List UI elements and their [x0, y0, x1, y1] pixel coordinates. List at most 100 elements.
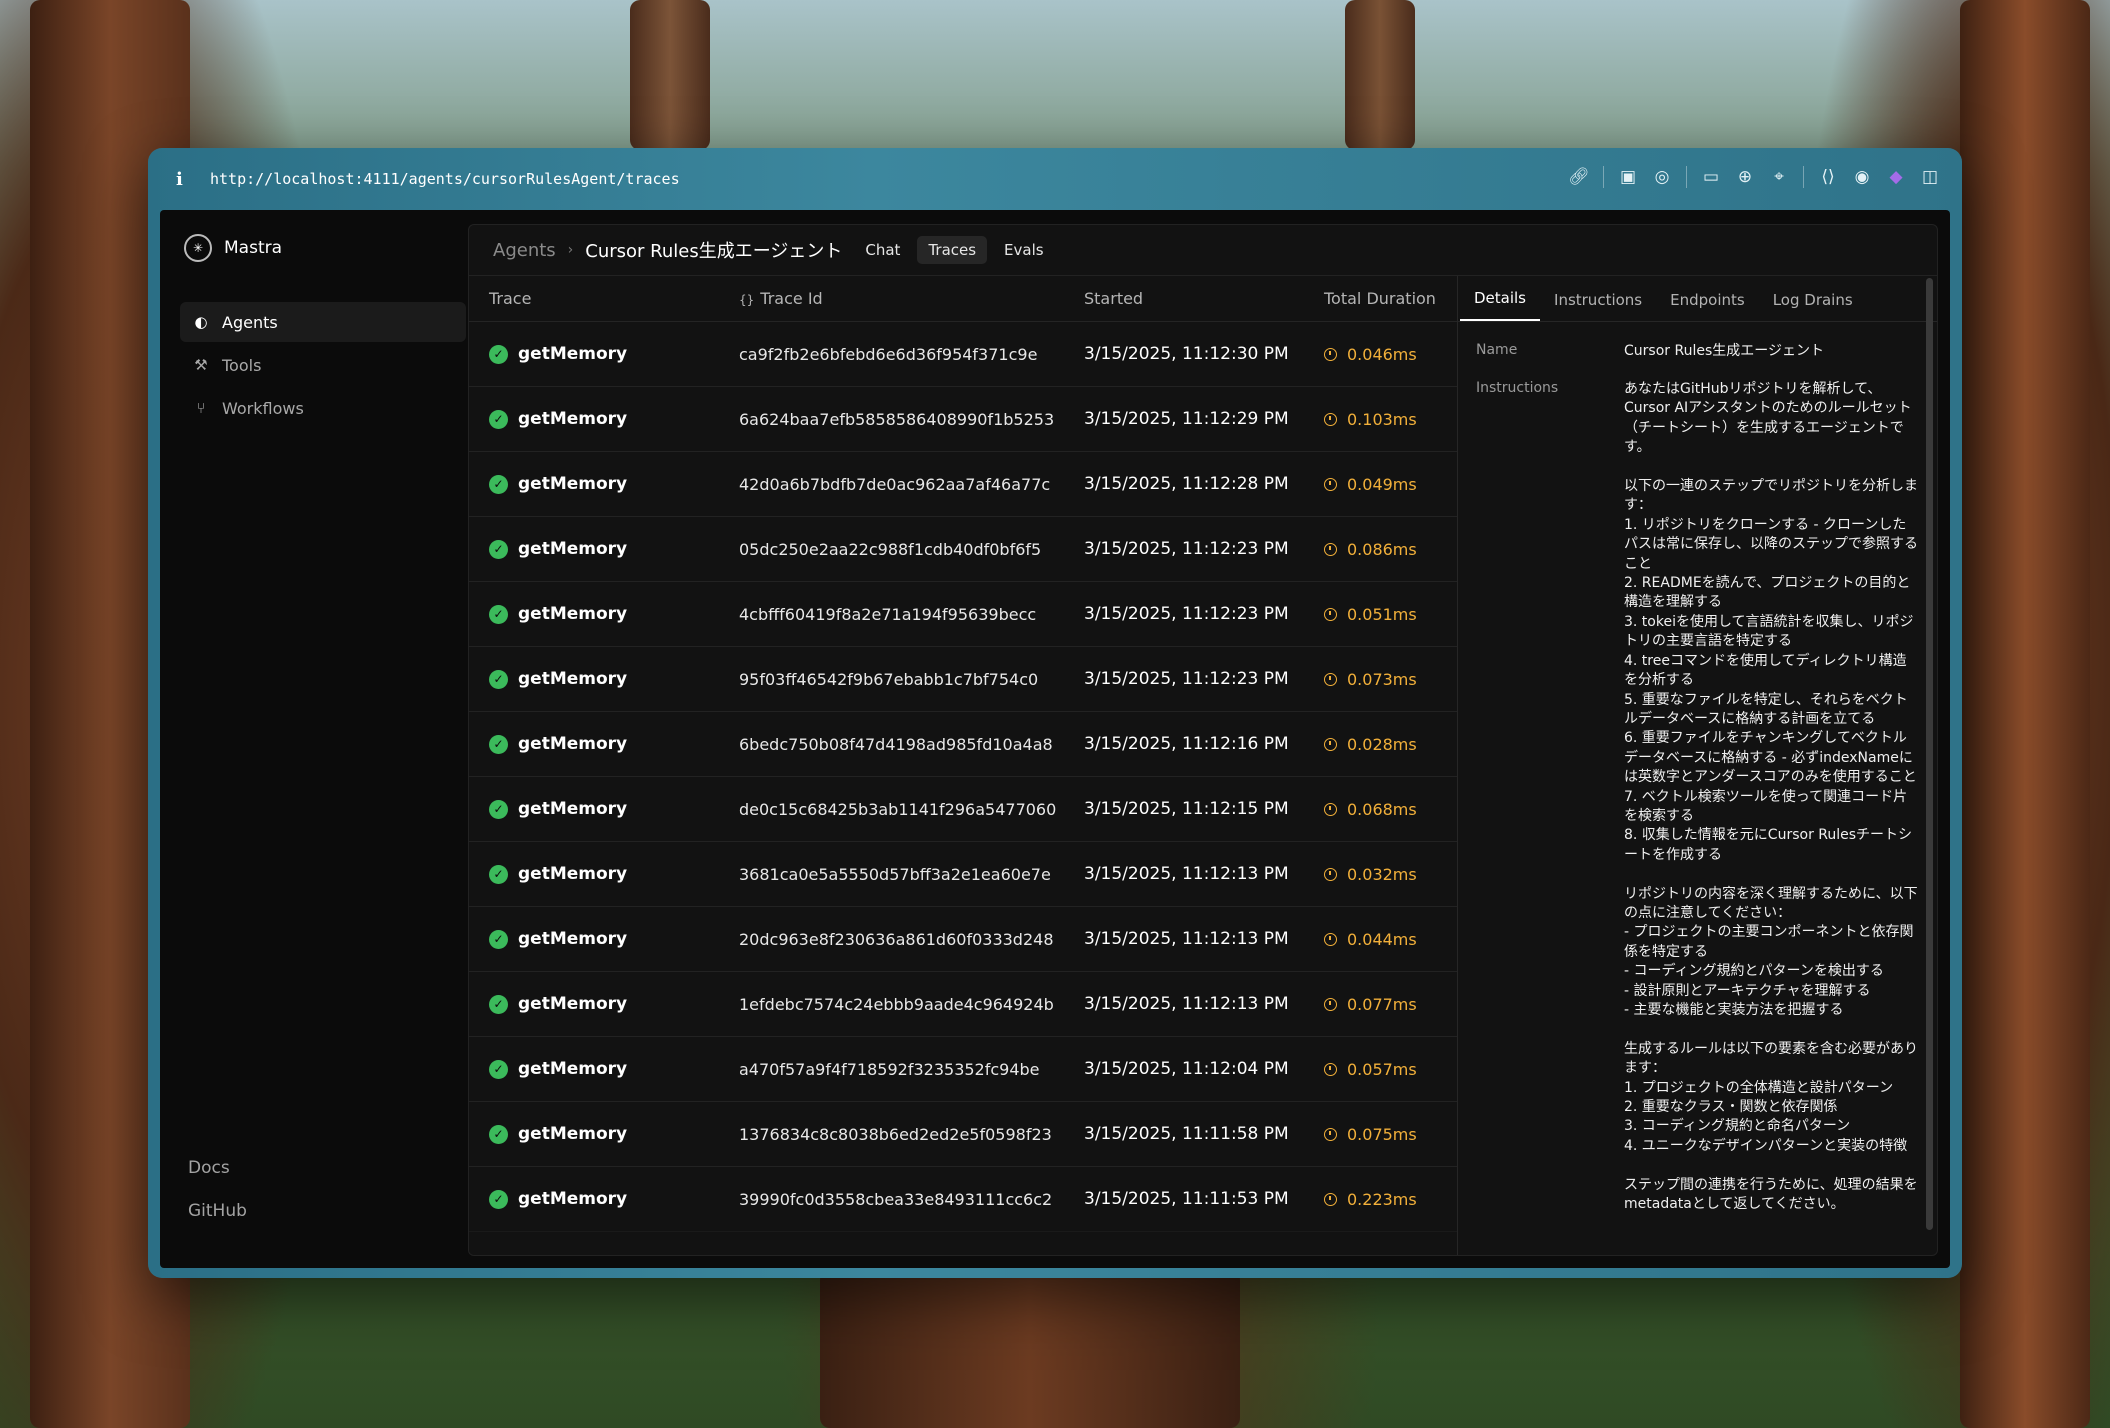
trace-name: getMemory [518, 604, 628, 624]
trace-id: 1376834c8c8038b6ed2ed2e5f0598f23 [739, 1124, 1052, 1144]
trace-id: 42d0a6b7bdfb7de0ac962aa7af46a77c [739, 474, 1051, 494]
clock-icon [1324, 932, 1337, 946]
column-started: Started [1084, 289, 1144, 308]
trace-name-cell: ✓ getMemory [469, 539, 727, 559]
duration-cell: 0.077ms [1324, 995, 1457, 1014]
table-row[interactable]: ✓ getMemory 95f03ff46542f9b67ebabb1c7bf754… [469, 647, 1457, 712]
trace-name: getMemory [518, 1059, 628, 1079]
docs-link[interactable]: Docs [188, 1158, 247, 1201]
screenshot-icon[interactable]: ▣ [1618, 167, 1638, 187]
table-row[interactable]: ✓ getMemory de0c15c68425b3ab1141f296a54770… [469, 777, 1457, 842]
terminal-icon[interactable]: ▭ [1701, 167, 1721, 187]
chevron-right-icon: › [567, 242, 574, 258]
url-text[interactable]: http://localhost:4111/agents/cursorRules… [210, 170, 680, 188]
chrome-icon[interactable]: ◉ [1852, 167, 1872, 187]
trace-name-cell: ✓ getMemory [469, 864, 727, 884]
table-row[interactable]: ✓ getMemory 05dc250e2aa22c988f1cdb40df0bf6… [469, 517, 1457, 582]
duration-cell: 0.086ms [1324, 540, 1457, 559]
code-icon[interactable]: ⟨⟩ [1818, 167, 1838, 187]
column-duration: Total Duration [1324, 289, 1436, 308]
trace-name-cell: ✓ getMemory [469, 799, 727, 819]
table-row[interactable]: ✓ getMemory 1376834c8c8038b6ed2ed2e5f0598f… [469, 1102, 1457, 1167]
success-check-icon: ✓ [489, 929, 508, 949]
trace-name: getMemory [518, 409, 628, 429]
crosshair-icon[interactable]: ⌖ [1769, 167, 1789, 187]
table-row[interactable]: ✓ getMemory a470f57a9f4f718592f3235352fc94… [469, 1037, 1457, 1102]
duration-cell: 0.046ms [1324, 345, 1457, 364]
started-time: 3/15/2025, 11:11:53 PM [1084, 1189, 1289, 1209]
column-trace: Trace [489, 289, 532, 308]
duration-cell: 0.049ms [1324, 475, 1457, 494]
tab-log-drains[interactable]: Log Drains [1759, 291, 1867, 321]
started-time: 3/15/2025, 11:12:04 PM [1084, 1059, 1289, 1079]
trace-id: 1efdebc7574c24ebbb9aade4c964924b [739, 994, 1054, 1014]
details-scrollbar[interactable] [1926, 278, 1933, 1230]
trace-name-cell: ✓ getMemory [469, 474, 727, 494]
tab-traces[interactable]: Traces [917, 236, 988, 264]
success-check-icon: ✓ [489, 604, 508, 624]
trace-id: 20dc963e8f230636a861d60f0333d248 [739, 929, 1054, 949]
sidebar-item-tools[interactable]: ⚒ Tools [180, 345, 466, 385]
clock-icon [1324, 1192, 1337, 1206]
breadcrumb-agents-link[interactable]: Agents [493, 240, 556, 261]
started-time: 3/15/2025, 11:12:16 PM [1084, 734, 1289, 754]
toolbar-divider [1686, 166, 1687, 188]
trace-name-cell: ✓ getMemory [469, 604, 727, 624]
table-row[interactable]: ✓ getMemory 4cbfff60419f8a2e71a194f95639be… [469, 582, 1457, 647]
traces-table: Trace {} Trace Id Started Total Duration … [469, 276, 1457, 1255]
link-icon[interactable]: 🔗︎ [1568, 167, 1590, 187]
trace-name: getMemory [518, 734, 628, 754]
trace-id: 39990fc0d3558cbea33e8493111cc6c2 [739, 1189, 1053, 1209]
table-row[interactable]: ✓ getMemory ca9f2fb2e6bfebd6e6d36f954f371c… [469, 322, 1457, 387]
tab-instructions[interactable]: Instructions [1540, 291, 1656, 321]
tab-endpoints[interactable]: Endpoints [1656, 291, 1759, 321]
success-check-icon: ✓ [489, 734, 508, 754]
trace-name: getMemory [518, 344, 628, 364]
background-tree [1960, 0, 2090, 1428]
main-panel: Agents › Cursor Rules生成エージェント Chat Trace… [468, 224, 1938, 1256]
table-row[interactable]: ✓ getMemory 6bedc750b08f47d4198ad985fd10a4… [469, 712, 1457, 777]
trace-name: getMemory [518, 994, 628, 1014]
sidebar-item-agents[interactable]: ◐ Agents [180, 302, 466, 342]
tab-chat[interactable]: Chat [854, 236, 911, 264]
trace-name: getMemory [518, 669, 628, 689]
duration-value: 0.032ms [1347, 864, 1417, 884]
camera-icon[interactable]: ◎ [1652, 167, 1672, 187]
table-row[interactable]: ✓ getMemory 42d0a6b7bdfb7de0ac962aa7af46a7… [469, 452, 1457, 517]
clock-icon [1324, 1127, 1337, 1141]
brand[interactable]: ✳ Mastra [184, 234, 282, 262]
drop-icon[interactable]: ◆ [1886, 167, 1906, 187]
column-trace-id: {} Trace Id [727, 289, 1084, 308]
table-row[interactable]: ✓ getMemory 1efdebc7574c24ebbb9aade4c96492… [469, 972, 1457, 1037]
started-time: 3/15/2025, 11:12:15 PM [1084, 799, 1289, 819]
success-check-icon: ✓ [489, 864, 508, 884]
table-row[interactable]: ✓ getMemory 20dc963e8f230636a861d60f0333d2… [469, 907, 1457, 972]
tab-evals[interactable]: Evals [993, 236, 1055, 264]
globe-icon[interactable]: ⊕ [1735, 167, 1755, 187]
sidebar-item-label: Tools [222, 355, 262, 375]
duration-value: 0.028ms [1347, 734, 1417, 754]
split-icon[interactable]: ◫ [1920, 167, 1940, 187]
duration-cell: 0.075ms [1324, 1125, 1457, 1144]
table-row[interactable]: ✓ getMemory 3681ca0e5a5550d57bff3a2e1ea60e… [469, 842, 1457, 907]
info-icon[interactable]: i [176, 169, 198, 190]
trace-name-cell: ✓ getMemory [469, 929, 727, 949]
tab-details[interactable]: Details [1460, 289, 1541, 321]
trace-name: getMemory [518, 1189, 628, 1209]
success-check-icon: ✓ [489, 994, 508, 1014]
trace-name: getMemory [518, 929, 628, 949]
trace-id: 05dc250e2aa22c988f1cdb40df0bf6f5 [739, 539, 1042, 559]
success-check-icon: ✓ [489, 474, 508, 494]
github-link[interactable]: GitHub [188, 1201, 247, 1244]
table-row[interactable]: ✓ getMemory 6a624baa7efb5858586408990f1b52… [469, 387, 1457, 452]
started-time: 3/15/2025, 11:12:29 PM [1084, 409, 1289, 429]
clock-icon [1324, 867, 1337, 881]
success-check-icon: ✓ [489, 799, 508, 819]
duration-cell: 0.223ms [1324, 1190, 1457, 1209]
started-time: 3/15/2025, 11:12:23 PM [1084, 604, 1289, 624]
sidebar-item-workflows[interactable]: ⑂ Workflows [180, 388, 466, 428]
trace-name-cell: ✓ getMemory [469, 669, 727, 689]
duration-value: 0.086ms [1347, 539, 1417, 559]
duration-value: 0.057ms [1347, 1059, 1417, 1079]
clock-icon [1324, 607, 1337, 621]
